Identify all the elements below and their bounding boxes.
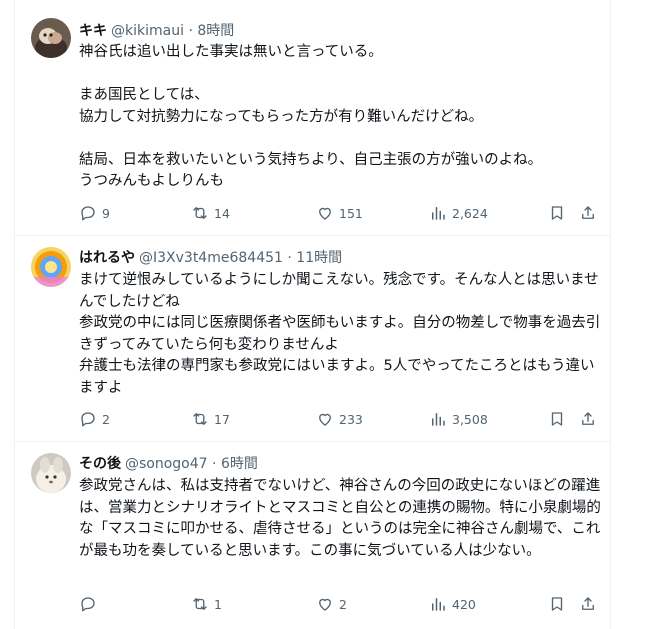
reply-count: 2 [102,411,110,427]
bookmark-icon [551,206,563,220]
avatar[interactable] [31,18,71,58]
reply-icon [81,412,95,427]
like-count: 233 [339,411,363,427]
repost-button[interactable]: 14 [191,201,230,225]
display-name[interactable]: キキ [79,23,107,39]
views-icon [432,598,445,611]
timestamp[interactable]: 6時間 [221,456,258,472]
like-button[interactable]: 2 [316,592,347,616]
views-button[interactable]: 2,624 [429,201,488,225]
repost-icon [193,207,207,219]
views-count: 3,508 [452,411,488,427]
views-icon [432,413,445,426]
tweet-actions: 1 2 420 [71,592,611,616]
like-button[interactable]: 233 [316,407,363,431]
like-button[interactable]: 151 [316,201,363,225]
views-icon [432,207,445,220]
separator-dot: · [287,250,292,266]
tweet-text: 神谷氏は追い出した事実は無いと言っている。 まあ国民としては、 協力して対抗勢力… [79,42,603,193]
reply-button[interactable]: 2 [79,407,110,431]
like-icon [319,413,331,426]
separator-dot: · [188,23,193,39]
bookmark-icon [551,597,563,611]
timestamp[interactable]: 11時間 [296,250,342,266]
tweet-paragraph: まけて逆恨みしているようにしか聞こえない。残念です。そんな人とは思いませんでした… [79,272,601,396]
display-name[interactable]: その後 [79,456,121,472]
tweet[interactable]: その後 @sonogo47 · 6時間 参政党さんは、私は支持者でないけど、神谷さ… [15,441,610,629]
separator-dot: · [212,456,217,472]
tweet-text: まけて逆恨みしているようにしか聞こえない。残念です。そんな人とは思いませんでした… [79,270,603,399]
tweet-header: キキ @kikimaui · 8時間 [79,21,234,41]
repost-icon [193,598,207,610]
reply-button[interactable] [79,592,102,616]
avatar[interactable] [31,247,71,287]
share-button[interactable] [577,592,599,616]
tweet-paragraph: 神谷氏は追い出した事実は無いと言っている。 [79,44,383,60]
tweet-actions: 2 17 233 3,508 [71,407,611,431]
reply-icon [81,206,95,221]
tweet-paragraph: 結局、日本を救いたいという気持ちより、自己主張の方が強いのよね。 うつみんもよし… [79,151,543,190]
share-icon [582,206,594,219]
bookmark-button[interactable] [546,201,568,225]
like-count: 2 [339,596,347,612]
repost-count: 17 [214,411,230,427]
like-count: 151 [339,205,363,221]
timeline: キキ @kikimaui · 8時間 神谷氏は追い出した事実は無いと言っている。 … [14,0,611,629]
tweet-paragraph: まあ国民としては、 協力して対抗勢力になってもらった方が有り難いんだけどね。 [79,87,484,125]
share-button[interactable] [577,201,599,225]
tweet-paragraph: 参政党さんは、私は支持者でないけど、神谷さんの今回の政史にないほどの躍進は、営業… [79,478,601,559]
share-icon [582,412,594,425]
user-handle[interactable]: @sonogo47 [125,456,208,472]
user-handle[interactable]: @I3Xv3t4me684451 [139,250,283,266]
like-icon [319,207,331,220]
share-icon [582,597,594,610]
repost-count: 1 [214,596,222,612]
repost-count: 14 [214,205,230,221]
bookmark-icon [551,412,563,426]
tweet-text: 参政党さんは、私は支持者でないけど、神谷さんの今回の政史にないほどの躍進は、営業… [79,476,603,562]
repost-button[interactable]: 1 [191,592,222,616]
tweet-header: はれるや @I3Xv3t4me684451 · 11時間 [79,248,342,268]
display-name[interactable]: はれるや [79,250,135,266]
reply-button[interactable]: 9 [79,201,110,225]
tweet-header: その後 @sonogo47 · 6時間 [79,454,258,474]
share-button[interactable] [577,407,599,431]
user-handle[interactable]: @kikimaui [111,23,184,39]
like-icon [319,598,331,611]
reply-icon [81,597,95,612]
bookmark-button[interactable] [546,592,568,616]
tweet-actions: 9 14 151 2,624 [71,201,611,225]
views-count: 420 [452,596,476,612]
repost-icon [193,413,207,425]
views-count: 2,624 [452,205,488,221]
views-button[interactable]: 420 [429,592,476,616]
repost-button[interactable]: 17 [191,407,230,431]
reply-count: 9 [102,205,110,221]
views-button[interactable]: 3,508 [429,407,488,431]
avatar[interactable] [31,453,71,493]
tweet[interactable]: はれるや @I3Xv3t4me684451 · 11時間 まけて逆恨みしているよう… [15,235,610,442]
tweet[interactable]: キキ @kikimaui · 8時間 神谷氏は追い出した事実は無いと言っている。 … [15,0,610,236]
bookmark-button[interactable] [546,407,568,431]
timestamp[interactable]: 8時間 [197,23,234,39]
